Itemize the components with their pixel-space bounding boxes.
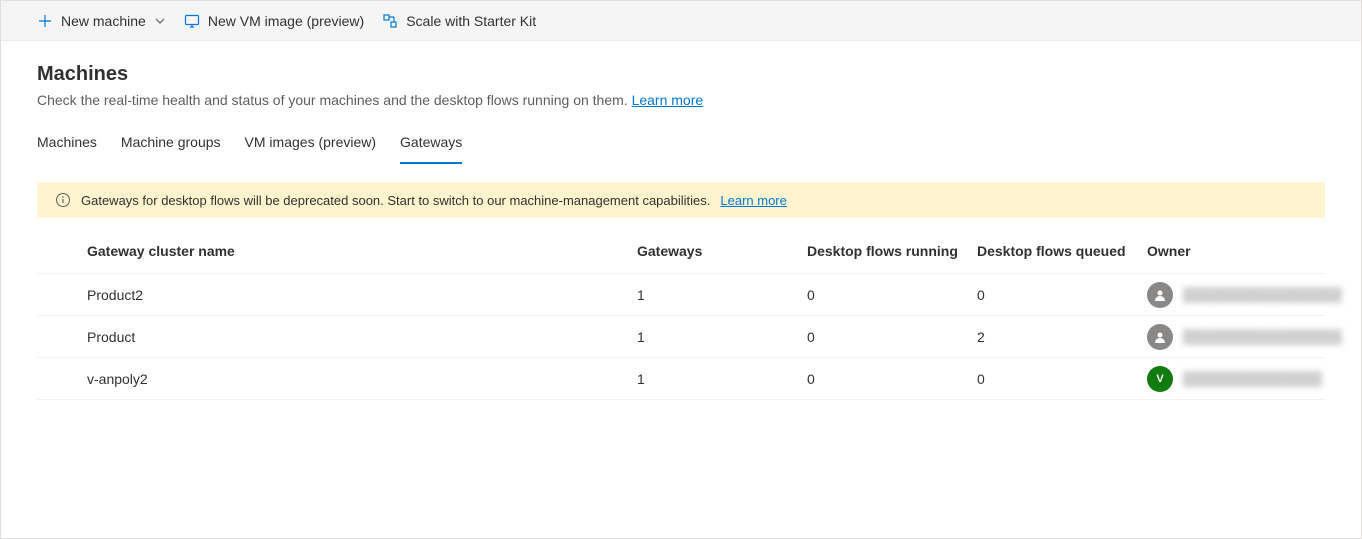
new-machine-label: New machine xyxy=(61,13,146,29)
cell-running: 0 xyxy=(807,329,977,345)
new-vm-image-button[interactable]: New VM image (preview) xyxy=(184,13,364,29)
table-row[interactable]: v-anpoly2 1 0 0 V ██████████████ xyxy=(37,358,1325,400)
monitor-icon xyxy=(184,13,200,29)
tab-vm-images[interactable]: VM images (preview) xyxy=(245,126,376,164)
deprecation-banner: Gateways for desktop flows will be depre… xyxy=(37,182,1325,218)
col-queued[interactable]: Desktop flows queued xyxy=(977,243,1147,259)
avatar: V xyxy=(1147,366,1173,392)
page-description: Check the real-time health and status of… xyxy=(37,92,1325,108)
scale-starter-kit-label: Scale with Starter Kit xyxy=(406,13,536,29)
page-content: Machines Check the real-time health and … xyxy=(1,41,1361,400)
new-vm-image-label: New VM image (preview) xyxy=(208,13,364,29)
cell-queued: 0 xyxy=(977,287,1147,303)
cell-gateways: 1 xyxy=(637,287,807,303)
page-description-text: Check the real-time health and status of… xyxy=(37,92,632,108)
cell-name: Product xyxy=(87,329,637,345)
command-bar: New machine New VM image (preview) Scale… xyxy=(1,1,1361,41)
cell-owner: V ██████████████ xyxy=(1147,366,1322,392)
cell-queued: 2 xyxy=(977,329,1147,345)
cell-owner: ████████████████ xyxy=(1147,282,1342,308)
col-name[interactable]: Gateway cluster name xyxy=(87,243,637,259)
cell-running: 0 xyxy=(807,287,977,303)
cell-running: 0 xyxy=(807,371,977,387)
cell-queued: 0 xyxy=(977,371,1147,387)
banner-text: Gateways for desktop flows will be depre… xyxy=(81,193,710,208)
cell-name: v-anpoly2 xyxy=(87,371,637,387)
tab-strip: Machines Machine groups VM images (previ… xyxy=(37,126,1325,164)
table-row[interactable]: Product2 1 0 0 ████████████████ xyxy=(37,274,1325,316)
cell-name: Product2 xyxy=(87,287,637,303)
cell-gateways: 1 xyxy=(637,371,807,387)
avatar xyxy=(1147,282,1173,308)
banner-learn-more-link[interactable]: Learn more xyxy=(720,193,786,208)
scale-icon xyxy=(382,13,398,29)
col-gateways[interactable]: Gateways xyxy=(637,243,807,259)
table-row[interactable]: Product 1 0 2 ████████████████ xyxy=(37,316,1325,358)
avatar xyxy=(1147,324,1173,350)
new-machine-button[interactable]: New machine xyxy=(37,13,166,29)
owner-name: ████████████████ xyxy=(1183,329,1342,345)
table-header: Gateway cluster name Gateways Desktop fl… xyxy=(37,228,1325,274)
col-running[interactable]: Desktop flows running xyxy=(807,243,977,259)
cell-owner: ████████████████ xyxy=(1147,324,1342,350)
owner-name: ████████████████ xyxy=(1183,287,1342,303)
owner-name: ██████████████ xyxy=(1183,371,1322,387)
learn-more-link[interactable]: Learn more xyxy=(632,92,704,108)
chevron-down-icon xyxy=(154,15,166,27)
info-icon xyxy=(55,192,71,208)
tab-machines[interactable]: Machines xyxy=(37,126,97,164)
col-owner[interactable]: Owner xyxy=(1147,243,1275,259)
scale-starter-kit-button[interactable]: Scale with Starter Kit xyxy=(382,13,536,29)
tab-gateways[interactable]: Gateways xyxy=(400,126,462,164)
page-title: Machines xyxy=(37,63,1325,86)
plus-icon xyxy=(37,13,53,29)
tab-machine-groups[interactable]: Machine groups xyxy=(121,126,221,164)
gateways-table: Gateway cluster name Gateways Desktop fl… xyxy=(37,228,1325,400)
cell-gateways: 1 xyxy=(637,329,807,345)
